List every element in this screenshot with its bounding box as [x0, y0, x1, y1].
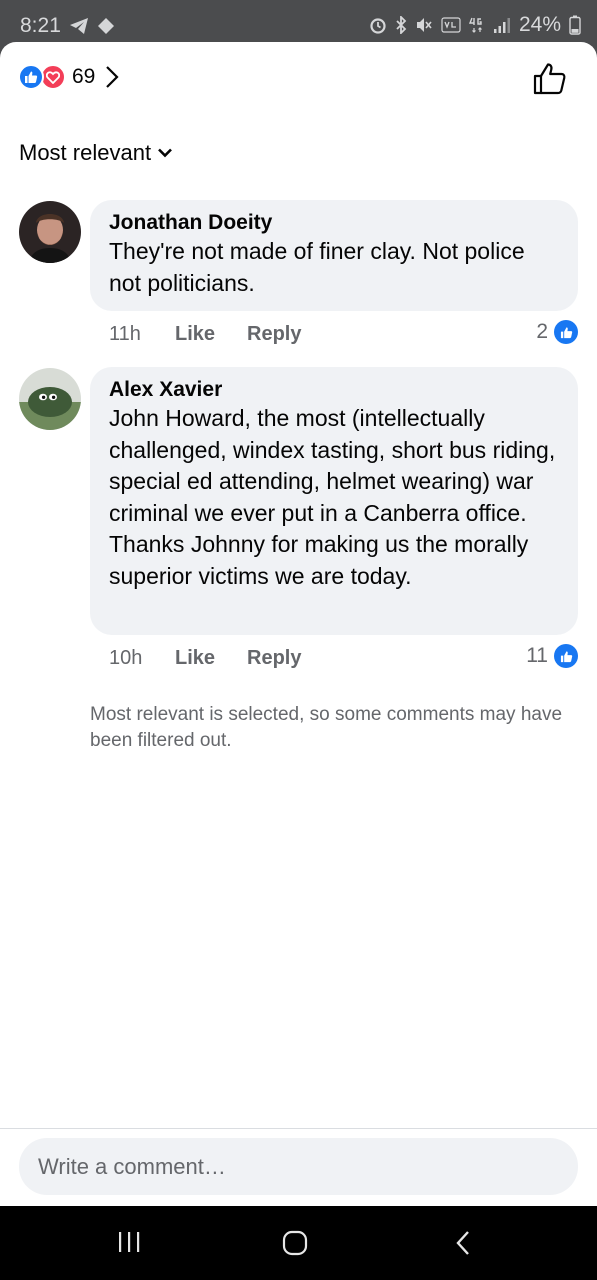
like-reaction-icon	[18, 64, 44, 90]
like-post-button[interactable]	[533, 62, 567, 96]
comment-actions: 11h Like Reply	[109, 323, 301, 346]
status-time: 8:21	[20, 14, 61, 37]
home-icon[interactable]	[282, 1230, 308, 1256]
comment-bubble[interactable]: Alex Xavier John Howard, the most (intel…	[90, 367, 578, 635]
comment-author[interactable]: Jonathan Doeity	[109, 210, 560, 236]
reactions-summary[interactable]: 69	[18, 64, 119, 90]
comment-actions: 10h Like Reply	[109, 647, 301, 670]
sort-dropdown[interactable]: Most relevant	[19, 140, 173, 166]
like-count-value: 11	[526, 644, 548, 667]
mute-icon	[416, 18, 432, 32]
network-4g-icon	[468, 17, 482, 33]
like-reaction-icon	[554, 644, 578, 668]
avatar[interactable]	[19, 368, 81, 430]
comment-like-count[interactable]: 2	[536, 320, 578, 344]
comment-reply-button[interactable]: Reply	[247, 647, 301, 670]
comment-like-count[interactable]: 11	[526, 644, 578, 668]
bluetooth-icon	[396, 16, 407, 34]
recent-apps-icon[interactable]	[116, 1230, 142, 1254]
comment-time[interactable]: 10h	[109, 647, 175, 670]
back-icon[interactable]	[454, 1230, 472, 1256]
filter-notice: Most relevant is selected, so some comme…	[90, 704, 563, 751]
comment-input-placeholder: Write a comment…	[38, 1153, 226, 1179]
volte-icon	[441, 17, 461, 33]
status-left: 8:21	[20, 14, 115, 38]
divider	[0, 1128, 597, 1129]
diamond-app-icon	[97, 18, 114, 34]
status-bar: 8:21 24%	[0, 0, 597, 48]
like-reaction-icon	[554, 320, 578, 344]
battery-percent: 24%	[518, 13, 561, 36]
status-right: 24%	[369, 13, 581, 37]
chevron-right-icon	[106, 66, 119, 88]
telegram-icon	[69, 18, 88, 34]
comment-text: They're not made of finer clay. Not poli…	[109, 238, 525, 296]
signal-icon	[493, 18, 510, 33]
comment-like-button[interactable]: Like	[175, 323, 247, 346]
system-nav-bar	[0, 1206, 597, 1280]
comment-text: John Howard, the most (intellectually ch…	[109, 405, 556, 589]
like-count-value: 2	[536, 320, 548, 343]
battery-icon	[569, 15, 581, 35]
comment-bubble[interactable]: Jonathan Doeity They're not made of fine…	[90, 200, 578, 311]
comment-like-button[interactable]: Like	[175, 647, 247, 670]
comment-author[interactable]: Alex Xavier	[109, 377, 560, 403]
comment-input[interactable]: Write a comment…	[19, 1138, 578, 1195]
comments-sheet: 69 Most relevant Jonathan Doeity They're…	[0, 42, 597, 1206]
comment-reply-button[interactable]: Reply	[247, 323, 301, 346]
alarm-icon	[370, 18, 386, 34]
sort-label: Most relevant	[19, 140, 152, 165]
comment-time[interactable]: 11h	[109, 323, 175, 346]
chevron-down-icon	[158, 148, 172, 158]
reaction-count: 69	[72, 65, 96, 88]
avatar[interactable]	[19, 201, 81, 263]
